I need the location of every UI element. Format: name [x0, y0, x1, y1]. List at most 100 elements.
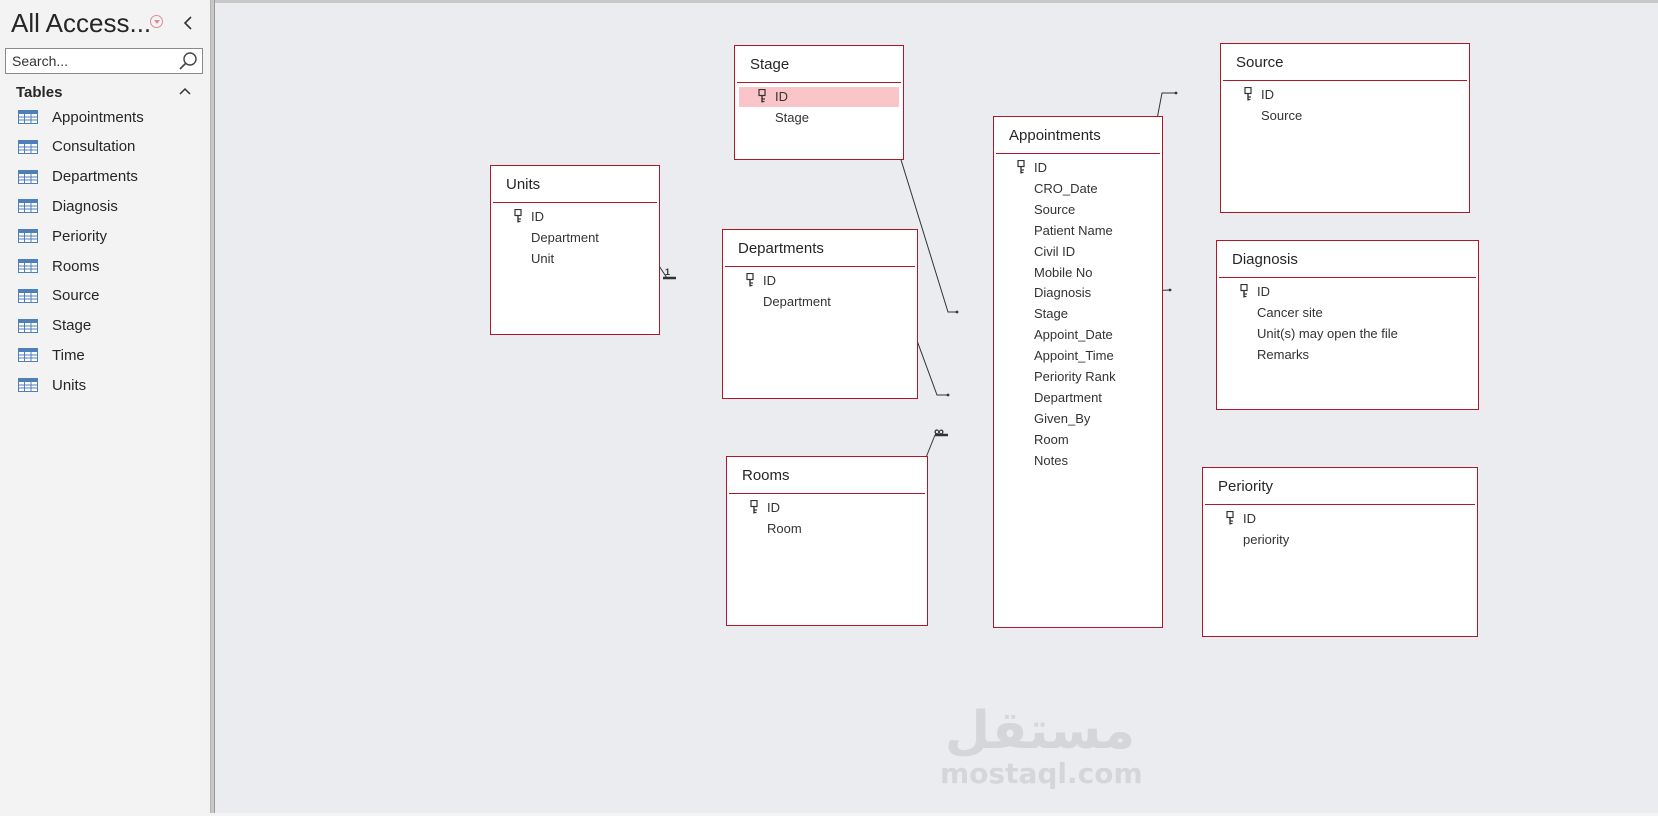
table-field[interactable]: ID: [1243, 509, 1256, 529]
table-field[interactable]: ID: [1261, 85, 1274, 105]
relationships-canvas: 1∞1∞ Stage IDStage Source IDSource Units…: [215, 0, 1658, 813]
table-rooms[interactable]: Rooms ID Room: [726, 456, 928, 626]
nav-item-label: Periority: [52, 227, 108, 245]
table-periority[interactable]: Periority ID periority: [1202, 467, 1478, 637]
relationship-many-label: ∞: [934, 423, 944, 439]
nav-item-label: Appointments: [52, 108, 144, 126]
table-title[interactable]: Units: [506, 176, 540, 193]
table-diagnosis[interactable]: Diagnosis ID Cancer site Unit(s) may open …: [1216, 240, 1479, 410]
table-title[interactable]: Source: [1236, 54, 1284, 71]
nav-item-label: Time: [52, 346, 85, 364]
table-field[interactable]: Mobile No: [1034, 263, 1093, 283]
table-field[interactable]: ID: [1034, 158, 1047, 178]
nav-item-label: Stage: [52, 317, 92, 335]
primary-key-icon: [745, 272, 755, 287]
primary-key-icon: [1243, 86, 1253, 101]
nav-pane-title[interactable]: All Access...: [11, 8, 151, 39]
primary-key-icon: [749, 499, 759, 514]
tables-group-header[interactable]: Tables: [16, 84, 62, 101]
table-icon: [18, 110, 38, 124]
nav-item-units[interactable]: Units: [18, 372, 204, 398]
nav-item-label: Source: [52, 287, 100, 305]
table-icon: [18, 199, 38, 214]
nav-item-label: Consultation: [52, 138, 136, 156]
table-title[interactable]: Rooms: [742, 467, 790, 484]
watermark-logo: مستقل mostaql.com: [940, 701, 1143, 790]
nav-item-label: Diagnosis: [52, 197, 118, 215]
table-title[interactable]: Departments: [738, 240, 824, 257]
table-field[interactable]: Source: [1261, 106, 1302, 126]
table-title[interactable]: Periority: [1218, 478, 1273, 495]
table-field[interactable]: periority: [1243, 530, 1289, 550]
table-field[interactable]: ID: [767, 498, 780, 518]
table-field[interactable]: Source: [1034, 200, 1075, 220]
table-field[interactable]: Department: [763, 292, 831, 312]
table-field[interactable]: Department: [1034, 388, 1102, 408]
navigation-pane: All Access... Tables Appointments Consult…: [0, 0, 210, 813]
table-icon: [18, 288, 38, 303]
table-field[interactable]: Cancer site: [1257, 303, 1323, 323]
table-field[interactable]: Given_By: [1034, 409, 1090, 429]
nav-item-label: Units: [52, 376, 87, 394]
search-input[interactable]: [6, 49, 174, 73]
table-field[interactable]: ID: [763, 271, 776, 291]
relationship-endpoint: [946, 393, 950, 397]
primary-key-icon: [757, 88, 767, 103]
table-appointments[interactable]: Appointments ID CRO_Date Source Patient Nam…: [993, 116, 1163, 628]
nav-item-time[interactable]: Time: [18, 342, 204, 368]
table-field[interactable]: Patient Name: [1034, 221, 1113, 241]
table-stage[interactable]: Stage ID Stage: [734, 45, 904, 160]
relationship-one-label: 1: [665, 267, 670, 277]
table-field[interactable]: Diagnosis: [1034, 283, 1091, 303]
nav-menu-dropdown-icon[interactable]: [150, 15, 163, 28]
chevron-up-icon[interactable]: [178, 84, 192, 98]
table-departments[interactable]: Departments ID Department: [722, 229, 918, 399]
table-icon: [18, 348, 38, 363]
table-field[interactable]: Room: [767, 519, 802, 539]
primary-key-icon: [1016, 159, 1026, 174]
table-field[interactable]: Civil ID: [1034, 242, 1075, 262]
table-field[interactable]: Remarks: [1257, 345, 1309, 365]
table-icon: [18, 378, 38, 393]
nav-item-diagnosis[interactable]: Diagnosis: [18, 193, 204, 219]
collapse-pane-icon[interactable]: [180, 12, 196, 34]
primary-key-icon: [1239, 283, 1249, 298]
table-title[interactable]: Appointments: [1009, 127, 1101, 144]
table-field[interactable]: ID: [1257, 282, 1270, 302]
table-field[interactable]: Unit(s) may open the file: [1257, 324, 1398, 344]
nav-item-label: Rooms: [52, 257, 100, 275]
nav-item-periority[interactable]: Periority: [18, 223, 204, 249]
relationship-endpoint: [955, 310, 959, 314]
table-icon: [18, 259, 38, 273]
table-field[interactable]: Room: [1034, 430, 1069, 450]
nav-item-source[interactable]: Source: [18, 283, 204, 309]
nav-item-stage[interactable]: Stage: [18, 313, 204, 339]
search-box: [5, 48, 203, 74]
search-icon[interactable]: [178, 51, 198, 71]
table-field[interactable]: Periority Rank: [1034, 367, 1116, 387]
table-field[interactable]: Appoint_Date: [1034, 325, 1113, 345]
nav-item-consultation[interactable]: Consultation: [18, 134, 204, 160]
table-icon: [18, 229, 38, 244]
table-field[interactable]: CRO_Date: [1034, 179, 1098, 199]
table-field[interactable]: ID: [531, 207, 544, 227]
nav-item-departments[interactable]: Departments: [18, 164, 204, 190]
table-field[interactable]: ID: [775, 87, 788, 107]
table-title[interactable]: Stage: [750, 56, 789, 73]
table-field[interactable]: Department: [531, 228, 599, 248]
table-icon: [18, 169, 38, 184]
relationship-endpoint: [1174, 91, 1178, 95]
nav-item-appointments[interactable]: Appointments: [18, 104, 204, 130]
nav-item-rooms[interactable]: Rooms: [18, 253, 204, 279]
nav-item-label: Departments: [52, 168, 138, 186]
table-icon: [18, 139, 38, 154]
table-units[interactable]: Units ID Department Unit: [490, 165, 660, 335]
table-field[interactable]: Stage: [775, 108, 809, 128]
table-field[interactable]: Stage: [1034, 304, 1068, 324]
table-field[interactable]: Unit: [531, 249, 554, 269]
table-field[interactable]: Notes: [1034, 451, 1068, 471]
table-field[interactable]: Appoint_Time: [1034, 346, 1114, 366]
table-source[interactable]: Source ID Source: [1220, 43, 1470, 213]
relationship-endpoint: [1168, 288, 1172, 292]
table-title[interactable]: Diagnosis: [1232, 251, 1298, 268]
